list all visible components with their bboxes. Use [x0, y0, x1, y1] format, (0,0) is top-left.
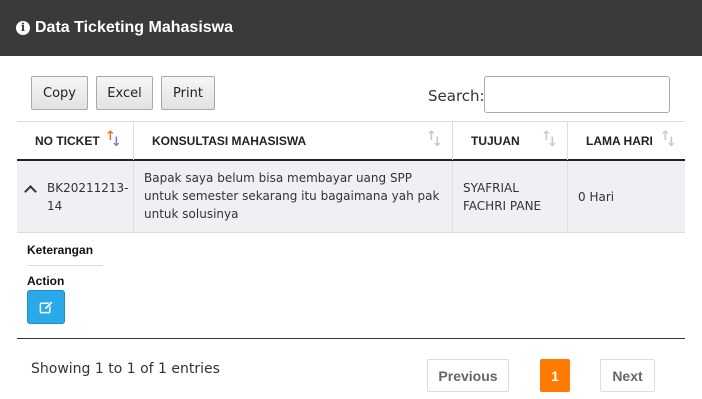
- page-header: i Data Ticketing Mahasiswa: [0, 0, 702, 56]
- sort-icon: ↑ ↓: [541, 129, 558, 150]
- edit-icon: [39, 300, 53, 313]
- cell-lama-hari: 0 Hari: [568, 161, 685, 232]
- info-icon: i: [16, 21, 30, 35]
- cell-tujuan: SYAFRIAL FACHRI PANE: [453, 161, 568, 232]
- entries-info: Showing 1 to 1 of 1 entries: [31, 361, 220, 377]
- sort-icon: ↑ ↓: [426, 129, 443, 150]
- column-label: TUJUAN: [471, 134, 520, 148]
- row-detail: Keterangan Action: [17, 233, 685, 339]
- column-label: NO TICKET: [35, 134, 100, 148]
- search-input[interactable]: [484, 76, 670, 113]
- sort-icon: ↑ ↓: [660, 129, 677, 150]
- excel-button[interactable]: Excel: [96, 76, 153, 110]
- table-row[interactable]: BK20211213-14 Bapak saya belum bisa memb…: [17, 161, 685, 233]
- edit-button[interactable]: [27, 290, 65, 324]
- page-title: Data Ticketing Mahasiswa: [35, 19, 233, 36]
- table-header: NO TICKET ↑ ↓ KONSULTASI MAHASISWA ↑ ↓ TUJ…: [17, 121, 685, 161]
- column-header-no-ticket[interactable]: NO TICKET ↑ ↓: [17, 122, 134, 160]
- copy-button[interactable]: Copy: [31, 76, 88, 110]
- column-label: KONSULTASI MAHASISWA: [152, 134, 307, 148]
- keterangan-label: Keterangan: [27, 243, 94, 257]
- konsultasi-text: Bapak saya belum bisa membayar uang SPP …: [144, 171, 440, 221]
- tujuan-text: SYAFRIAL FACHRI PANE: [463, 181, 542, 213]
- ticket-number: BK20211213-14: [47, 181, 129, 213]
- print-button[interactable]: Print: [161, 76, 215, 110]
- search-label: Search:: [428, 87, 485, 105]
- next-page-button[interactable]: Next: [600, 359, 655, 392]
- column-header-lama-hari[interactable]: LAMA HARI ↑ ↓: [568, 122, 685, 160]
- column-header-tujuan[interactable]: TUJUAN ↑ ↓: [453, 122, 568, 160]
- cell-ticket: BK20211213-14: [17, 161, 134, 232]
- sort-icon: ↑ ↓: [105, 129, 122, 150]
- column-label: LAMA HARI: [586, 134, 653, 148]
- action-label: Action: [27, 274, 65, 288]
- divider: [27, 265, 103, 266]
- previous-page-button[interactable]: Previous: [427, 359, 509, 392]
- collapse-chevron-icon[interactable]: [24, 185, 37, 198]
- column-header-konsultasi[interactable]: KONSULTASI MAHASISWA ↑ ↓: [134, 122, 453, 160]
- page-1-button[interactable]: 1: [540, 359, 570, 392]
- lama-hari-text: 0 Hari: [578, 190, 615, 204]
- cell-konsultasi: Bapak saya belum bisa membayar uang SPP …: [134, 161, 453, 232]
